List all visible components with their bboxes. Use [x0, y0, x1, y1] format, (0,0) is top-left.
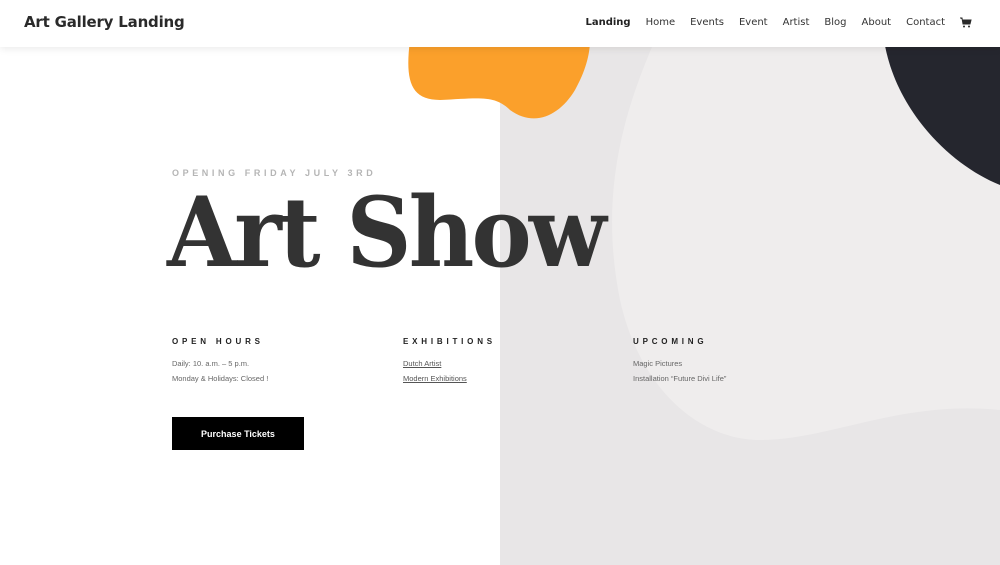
main-nav: Landing Home Events Event Artist Blog Ab…	[570, 16, 972, 28]
upcoming-item: Installation “Future Divi Life”	[633, 374, 727, 383]
upcoming-heading: UPCOMING	[633, 337, 708, 346]
open-hours-heading: OPEN HOURS	[172, 337, 264, 346]
nav-event[interactable]: Event	[739, 17, 768, 28]
site-logo[interactable]: Art Gallery Landing	[24, 13, 185, 31]
open-hours-section: OPEN HOURS Daily: 10. a.m. – 5 p.m. Mond…	[172, 337, 268, 386]
nav-landing[interactable]: Landing	[585, 17, 630, 28]
site-header: Art Gallery Landing Landing Home Events …	[0, 0, 1000, 47]
nav-blog[interactable]: Blog	[824, 17, 846, 28]
nav-artist[interactable]: Artist	[783, 17, 810, 28]
open-hours-line: Daily: 10. a.m. – 5 p.m.	[172, 359, 250, 368]
exhibition-link-modern[interactable]: Modern Exhibitions	[403, 371, 496, 386]
upcoming-section: UPCOMING Magic Pictures Installation “Fu…	[633, 337, 726, 386]
exhibition-link-dutch-artist[interactable]: Dutch Artist	[403, 356, 496, 371]
purchase-tickets-button[interactable]: Purchase Tickets	[172, 417, 304, 450]
exhibitions-heading: EXHIBITIONS	[403, 337, 496, 346]
nav-events[interactable]: Events	[690, 17, 724, 28]
nav-about[interactable]: About	[862, 17, 892, 28]
open-hours-line: Monday & Holidays: Closed !	[172, 374, 269, 383]
hero-title: Art Show	[167, 176, 607, 289]
upcoming-item: Magic Pictures	[633, 359, 683, 368]
orange-blob-shape	[408, 40, 590, 119]
nav-home[interactable]: Home	[646, 17, 676, 28]
shopping-cart-icon[interactable]	[960, 16, 972, 28]
exhibitions-section: EXHIBITIONS Dutch Artist Modern Exhibiti…	[403, 337, 496, 386]
nav-contact[interactable]: Contact	[906, 17, 945, 28]
